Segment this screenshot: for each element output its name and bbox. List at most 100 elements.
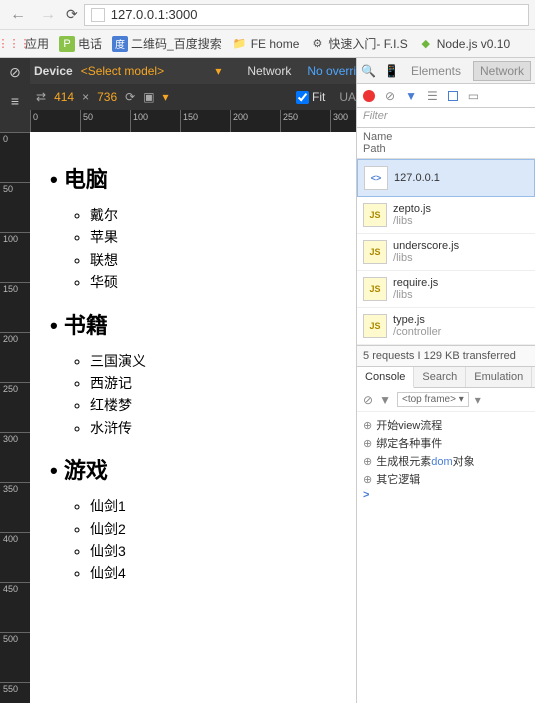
elements-tab[interactable]: Elements (407, 62, 465, 80)
dom-keyword: dom (431, 456, 452, 468)
request-text: 127.0.0.1 (394, 172, 440, 184)
no-icon[interactable]: ⊘ (9, 64, 21, 81)
preserve-icon[interactable] (448, 91, 458, 101)
node-label: Node.js v0.10 (437, 37, 510, 51)
preserve-log-icon[interactable]: ▾ (475, 393, 481, 407)
fit-input[interactable] (296, 91, 309, 104)
fit-label: Fit (312, 90, 325, 104)
list-item: 仙剑1 (90, 495, 344, 517)
chevron-down-icon[interactable]: ▾ (215, 64, 221, 78)
reload-button[interactable]: ⟳ (66, 6, 78, 23)
ruler-horizontal: 050100150200250300 (30, 110, 356, 132)
network-tab[interactable]: Network (473, 61, 531, 81)
request-name: underscore.js (393, 240, 459, 252)
list-item: 水浒传 (90, 417, 344, 439)
phone-icon: P (59, 36, 75, 52)
zoom-icon[interactable]: ⟳ (125, 90, 135, 104)
filter-input[interactable]: Filter (357, 108, 535, 128)
request-row[interactable]: JSrequire.js/libs (357, 271, 535, 308)
network-toolbar: ⊘ ▼ ☰ ▭ (357, 84, 535, 108)
request-row[interactable]: <> 127.0.0.1 (357, 159, 535, 197)
page-icon (91, 8, 105, 22)
fis-label: 快速入门- F.I.S (328, 35, 407, 52)
ruler-tick: 100 (0, 232, 30, 244)
list-item: 西游记 (90, 372, 344, 394)
ruler-vertical: 050100150200250300350400450500550 (0, 132, 30, 703)
request-row[interactable]: JS underscore.js/libs (357, 234, 535, 271)
ruler-tick: 100 (130, 110, 148, 132)
qr-bookmark[interactable]: 度二维码_百度搜索 (112, 35, 222, 52)
fit-checkbox[interactable]: Fit (296, 90, 325, 104)
fe-label: FE home (251, 37, 300, 51)
network-value[interactable]: No overri (307, 64, 356, 78)
clear-console-icon[interactable]: ⊘ (363, 393, 373, 407)
node-bookmark[interactable]: ◆Node.js v0.10 (418, 36, 510, 52)
expand-icon[interactable]: ⊕ (363, 474, 372, 486)
chevron-down-icon[interactable]: ▾ (163, 90, 169, 104)
frame-select[interactable]: <top frame> ▾ (397, 392, 469, 407)
devtools-panel: 🔍 📱 Elements Network ⊘ ▼ ☰ ▭ Filter Name… (356, 58, 535, 703)
request-path: /libs (393, 252, 459, 264)
list-item: 戴尔 (90, 204, 344, 226)
record-icon[interactable] (363, 90, 375, 102)
apps-bookmark[interactable]: ⋮⋮⋮应用 (6, 35, 49, 52)
console-log-line: ⊕开始view流程 (363, 416, 529, 434)
list-item: 仙剑3 (90, 540, 344, 562)
device-select[interactable]: <Select model> (81, 64, 164, 78)
forward-button[interactable]: → (36, 6, 60, 24)
console-log-line: ⊕生成根元素dom对象 (363, 452, 529, 470)
request-path: /libs (393, 215, 431, 227)
expand-icon[interactable]: ⊕ (363, 456, 372, 468)
request-name: type.js (393, 314, 441, 326)
url-input[interactable]: 127.0.0.1:3000 (84, 4, 529, 26)
list-item: 苹果 (90, 226, 344, 248)
cache-icon[interactable]: ▭ (468, 89, 479, 103)
dimension-bar: ⇄ 414 × 736 ⟳ ▣ ▾ Fit UA (0, 84, 356, 110)
list-item: 仙剑2 (90, 518, 344, 540)
page-viewport: 电脑戴尔苹果联想华硕书籍三国演义西游记红楼梦水浒传游戏仙剑1仙剑2仙剑3仙剑4 (30, 132, 356, 703)
list-icon[interactable]: ☰ (427, 89, 438, 103)
console-prompt[interactable]: > (363, 488, 529, 502)
search-icon[interactable]: 🔍 (361, 64, 376, 78)
js-file-icon: JS (363, 240, 387, 264)
section-list: 仙剑1仙剑2仙剑3仙剑4 (90, 495, 344, 585)
height-value[interactable]: 736 (97, 90, 117, 104)
ruler-tick: 450 (0, 582, 30, 594)
ruler-tick: 300 (0, 432, 30, 444)
width-value[interactable]: 414 (54, 90, 74, 104)
times-label: × (82, 90, 89, 104)
request-text: zepto.js/libs (393, 203, 431, 227)
section-list: 三国演义西游记红楼梦水浒传 (90, 350, 344, 440)
ruler-tick: 50 (0, 182, 30, 194)
layout-icon[interactable]: ≡ (11, 93, 19, 109)
screenshot-icon[interactable]: ▣ (143, 90, 154, 104)
section-title: 电脑 (50, 162, 344, 194)
network-label: Network (239, 64, 299, 78)
ruler-tick: 300 (330, 110, 348, 132)
request-path: /libs (393, 289, 438, 301)
filter-console-icon[interactable]: ▼ (379, 393, 391, 407)
expand-icon[interactable]: ⊕ (363, 438, 372, 450)
expand-icon[interactable]: ⊕ (363, 420, 372, 432)
console-tab[interactable]: Console (357, 367, 414, 388)
device-icon[interactable]: 📱 (384, 64, 399, 78)
clear-icon[interactable]: ⊘ (385, 89, 395, 103)
request-list: <> 127.0.0.1 JSzepto.js/libs JS underscore.j… (357, 159, 535, 345)
section-list: 戴尔苹果联想华硕 (90, 204, 344, 294)
back-button[interactable]: ← (6, 6, 30, 24)
ruler-tick: 150 (180, 110, 198, 132)
html-file-icon: <> (364, 166, 388, 190)
emulation-tab[interactable]: Emulation (466, 367, 532, 387)
phone-label: 电话 (78, 35, 102, 52)
search-tab[interactable]: Search (414, 367, 466, 387)
ua-label: UA (339, 90, 356, 104)
swap-icon[interactable]: ⇄ (36, 90, 46, 104)
request-row[interactable]: JSzepto.js/libs (357, 197, 535, 234)
ruler-tick: 250 (280, 110, 298, 132)
filter-icon[interactable]: ▼ (405, 89, 417, 103)
ruler-tick: 500 (0, 632, 30, 644)
fis-bookmark[interactable]: ⚙快速入门- F.I.S (309, 35, 407, 52)
phone-bookmark[interactable]: P电话 (59, 35, 102, 52)
fe-bookmark[interactable]: 📁FE home (232, 36, 300, 52)
request-row[interactable]: JStype.js/controller (357, 308, 535, 345)
